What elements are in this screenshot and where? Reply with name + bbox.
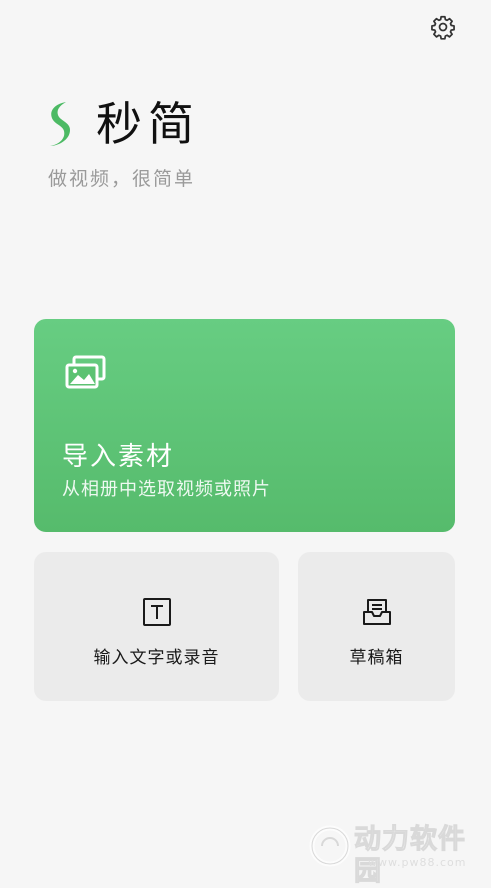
gear-icon (431, 15, 455, 40)
text-box-icon (142, 598, 171, 626)
drafts-label: 草稿箱 (349, 648, 404, 668)
settings-button[interactable] (426, 10, 460, 44)
app-logo (50, 102, 70, 146)
watermark-logo (309, 825, 351, 867)
app-title: 秒简 (96, 97, 200, 151)
text-or-record-button[interactable]: 输入文字或录音 (34, 552, 279, 701)
watermark-url: www.pw88.com (368, 856, 467, 869)
app-tagline: 做视频，很简单 (48, 168, 196, 190)
site-watermark: 动力软件园 www.pw88.com (308, 822, 486, 888)
import-card-title: 导入素材 (62, 442, 175, 472)
drafts-button[interactable]: 草稿箱 (298, 552, 455, 701)
text-or-record-label: 输入文字或录音 (93, 648, 220, 668)
photo-stack-icon (65, 355, 106, 389)
import-card-subtitle: 从相册中选取视频或照片 (62, 479, 271, 500)
draft-tray-icon (362, 599, 391, 625)
import-media-card[interactable]: 导入素材 从相册中选取视频或照片 (34, 319, 455, 532)
